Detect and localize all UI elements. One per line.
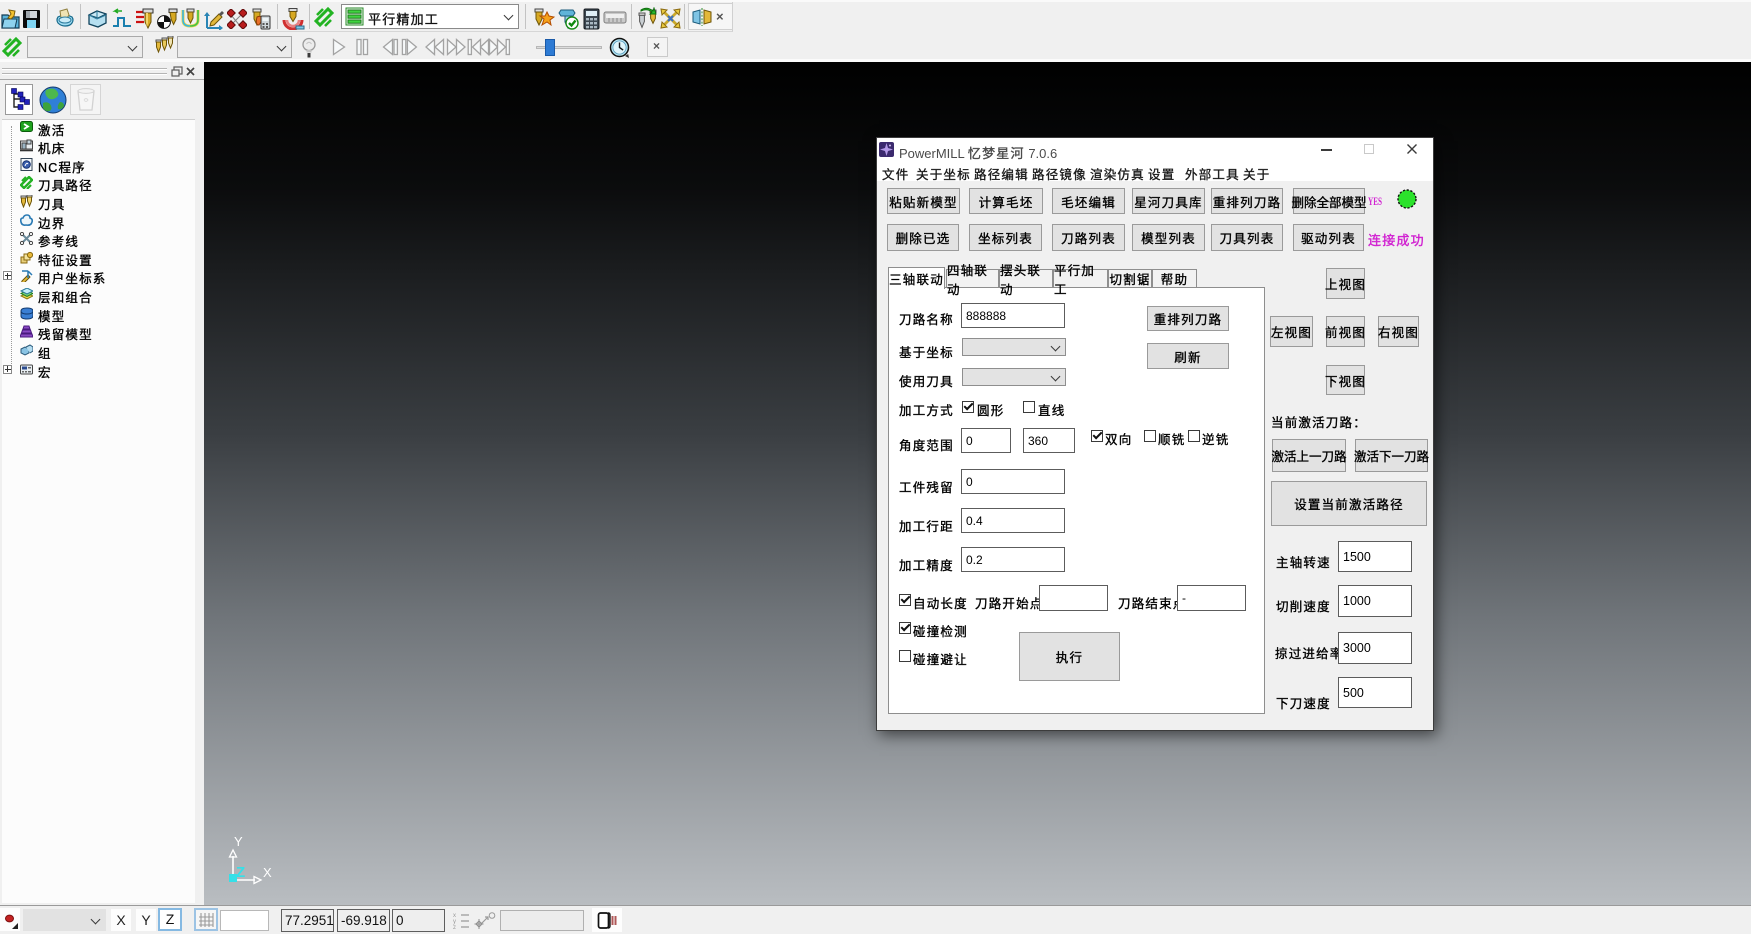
svg-text:Y: Y (234, 834, 243, 849)
svg-text:Z: Z (236, 864, 245, 881)
svg-text:X: X (263, 865, 272, 880)
svg-text:z: z (453, 925, 456, 929)
